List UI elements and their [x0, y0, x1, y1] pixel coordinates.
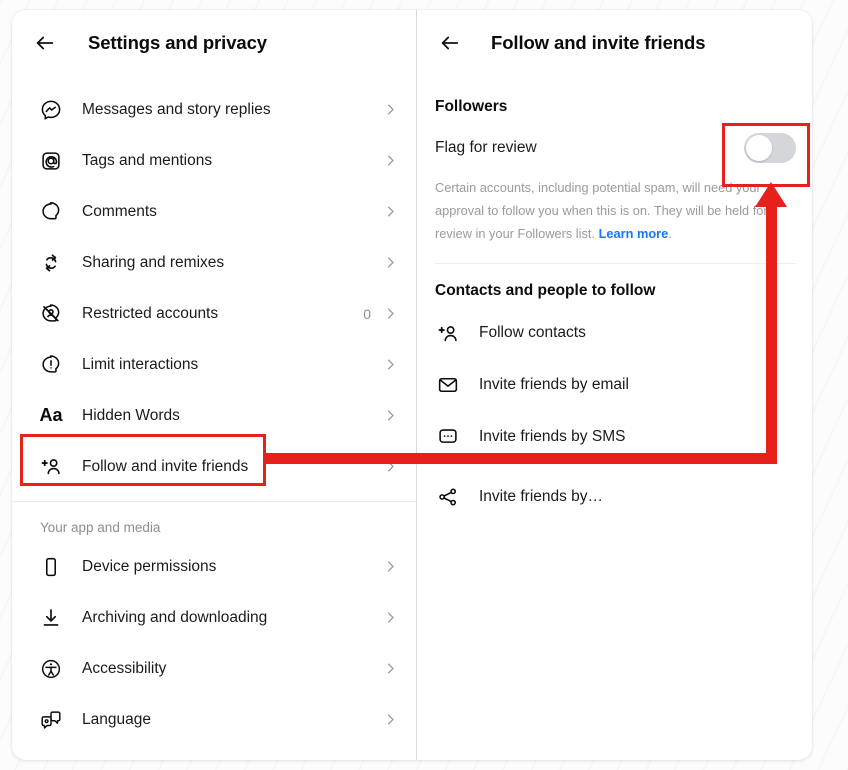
- sidebar-item-follow-and-invite-friends[interactable]: Follow and invite friends: [12, 441, 416, 492]
- messenger-icon: [38, 97, 64, 123]
- back-arrow-icon[interactable]: [435, 28, 465, 58]
- section-label-your-app-and-media: Your app and media: [40, 520, 161, 535]
- remix-arrows-icon: [38, 250, 64, 276]
- flag-for-review-row[interactable]: Flag for review: [435, 122, 796, 174]
- flag-for-review-description: Certain accounts, including potential sp…: [435, 176, 796, 245]
- chevron-right-icon: [383, 712, 398, 727]
- sidebar-item-label: Tags and mentions: [82, 151, 213, 169]
- sidebar-item-label: Hidden Words: [82, 406, 180, 424]
- contact-item-invite-friends-by-email[interactable]: Invite friends by email: [435, 360, 796, 410]
- chevron-right-icon: [383, 610, 398, 625]
- exclamation-bubble-icon: [38, 352, 64, 378]
- settings-list: Messages and story replies Tags and ment…: [12, 76, 416, 745]
- screenshot-root: Settings and privacy Messages and story …: [0, 0, 848, 770]
- language-icon: [38, 707, 64, 733]
- sidebar-item-accessibility[interactable]: Accessibility: [12, 643, 416, 694]
- add-person-icon: [435, 320, 461, 346]
- share-nodes-icon: [435, 484, 461, 510]
- accessibility-icon: [38, 656, 64, 682]
- chevron-right-icon: [383, 357, 398, 372]
- restricted-accounts-count: 0: [363, 305, 371, 322]
- settings-card: Settings and privacy Messages and story …: [12, 10, 812, 760]
- right-body: Followers Flag for review Certain accoun…: [417, 98, 812, 522]
- sidebar-item-label: Limit interactions: [82, 355, 199, 373]
- chevron-right-icon: [383, 459, 398, 474]
- chevron-right-icon: [383, 153, 398, 168]
- sidebar-item-label: Restricted accounts: [82, 304, 219, 322]
- sidebar-item-label: Messages and story replies: [82, 100, 271, 118]
- sidebar-item-label: Device permissions: [82, 557, 217, 575]
- contact-item-invite-friends-by-other[interactable]: Invite friends by…: [435, 472, 796, 522]
- contacts-heading: Contacts and people to follow: [435, 282, 656, 299]
- back-arrow-icon[interactable]: [30, 28, 60, 58]
- flag-for-review-toggle[interactable]: [744, 133, 796, 163]
- sidebar-item-label: Sharing and remixes: [82, 253, 225, 271]
- sidebar-item-device-permissions[interactable]: Device permissions: [12, 541, 416, 592]
- add-person-icon: [38, 454, 64, 480]
- contact-item-follow-contacts[interactable]: Follow contacts: [435, 308, 796, 358]
- chevron-right-icon: [383, 661, 398, 676]
- contact-item-label: Invite friends by SMS: [479, 428, 626, 445]
- comment-bubble-icon: [38, 199, 64, 225]
- chevron-right-icon: [383, 408, 398, 423]
- right-header: Follow and invite friends: [417, 10, 812, 76]
- sidebar-item-label: Archiving and downloading: [82, 608, 268, 626]
- sidebar-item-label: Comments: [82, 202, 157, 220]
- followers-heading: Followers: [435, 98, 508, 115]
- sidebar-item-comments[interactable]: Comments: [12, 186, 416, 237]
- sidebar-item-restricted-accounts[interactable]: Restricted accounts 0: [12, 288, 416, 339]
- chevron-right-icon: [383, 559, 398, 574]
- learn-more-link[interactable]: Learn more: [599, 226, 669, 241]
- right-section-divider: [435, 263, 796, 264]
- contact-item-invite-friends-by-sms[interactable]: Invite friends by SMS: [435, 412, 796, 462]
- flag-for-review-label: Flag for review: [435, 139, 537, 156]
- envelope-icon: [435, 372, 461, 398]
- sms-bubble-icon: [435, 424, 461, 450]
- download-icon: [38, 605, 64, 631]
- sidebar-item-label: Follow and invite friends: [82, 457, 249, 475]
- follow-and-invite-friends-pane: Follow and invite friends Followers Flag…: [417, 10, 812, 760]
- sidebar-item-messages-and-story-replies[interactable]: Messages and story replies: [12, 84, 416, 135]
- phone-icon: [38, 554, 64, 580]
- left-header: Settings and privacy: [12, 10, 416, 76]
- sidebar-item-label: Language: [82, 710, 151, 728]
- detail-page-title: Follow and invite friends: [491, 32, 706, 53]
- sidebar-item-label: Accessibility: [82, 659, 167, 677]
- contact-item-label: Follow contacts: [479, 324, 586, 341]
- chevron-right-icon: [383, 102, 398, 117]
- settings-and-privacy-pane: Settings and privacy Messages and story …: [12, 10, 416, 760]
- sidebar-item-sharing-and-remixes[interactable]: Sharing and remixes: [12, 237, 416, 288]
- sidebar-item-archiving-and-downloading[interactable]: Archiving and downloading: [12, 592, 416, 643]
- chevron-right-icon: [383, 204, 398, 219]
- sidebar-item-tags-and-mentions[interactable]: Tags and mentions: [12, 135, 416, 186]
- sidebar-item-limit-interactions[interactable]: Limit interactions: [12, 339, 416, 390]
- contact-item-label: Invite friends by…: [479, 488, 604, 505]
- sidebar-item-language[interactable]: Language: [12, 694, 416, 745]
- chevron-right-icon: [383, 255, 398, 270]
- page-title: Settings and privacy: [88, 32, 267, 53]
- contact-item-label: Invite friends by email: [479, 376, 629, 393]
- text-size-icon: Aa: [39, 405, 63, 425]
- description-tail: .: [668, 226, 672, 241]
- sidebar-item-hidden-words[interactable]: Aa Hidden Words: [12, 390, 416, 441]
- at-mention-icon: [38, 148, 64, 174]
- restricted-user-icon: [38, 301, 64, 327]
- toggle-knob: [746, 135, 772, 161]
- chevron-right-icon: [383, 306, 398, 321]
